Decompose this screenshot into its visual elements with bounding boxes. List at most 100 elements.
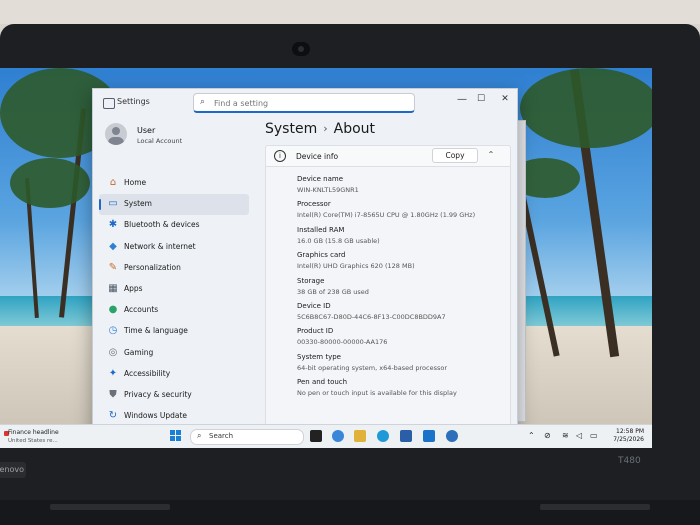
settings-taskbar-icon[interactable] — [446, 430, 458, 442]
device-info-title: Device info — [296, 152, 339, 161]
accounts-icon: ● — [108, 304, 118, 316]
device-info-header[interactable]: i Device info Copy ⌃ — [265, 145, 511, 167]
network-icon: ◆ — [109, 240, 117, 252]
spec-row: Pen and touch No pen or touch input is av… — [297, 378, 457, 397]
file-explorer-icon[interactable] — [354, 430, 366, 442]
spec-row: System type 64-bit operating system, x64-… — [297, 353, 447, 372]
spec-value: Intel(R) UHD Graphics 620 (128 MB) — [297, 262, 415, 271]
sidebar-item-apps[interactable]: ▦ Apps — [99, 279, 249, 300]
brush-icon: ✎ — [108, 261, 118, 273]
system-icon: ▭ — [108, 198, 118, 210]
chevron-up-icon[interactable]: ⌃ — [528, 431, 535, 440]
windows-logo-icon — [176, 436, 181, 441]
home-icon: ⌂ — [109, 177, 117, 188]
wallpaper-frond — [520, 68, 652, 148]
spec-value: WIN-KNLTL59GNR1 — [297, 186, 359, 194]
sidebar-item-time-language[interactable]: ◷ Time & language — [99, 321, 249, 342]
spec-label: Graphics card — [297, 251, 346, 260]
taskbar: Finance headline United States re... ⌕ S… — [0, 424, 652, 448]
sidebar-item-label: Bluetooth & devices — [124, 220, 200, 230]
windows-update-icon: ↻ — [108, 410, 118, 422]
user-account-type: Local Account — [137, 137, 183, 145]
copy-button[interactable]: Copy — [432, 148, 478, 163]
spec-row: Storage 38 GB of 238 GB used — [297, 277, 369, 296]
spec-row: Product ID 00330-80000-00000-AA176 — [297, 327, 387, 346]
edge-icon[interactable] — [377, 430, 389, 442]
battery-icon[interactable]: ▭ — [590, 431, 598, 440]
brand-logo: lenovo — [0, 462, 26, 478]
maximize-button[interactable]: ☐ — [474, 94, 488, 104]
clock-date: 7/25/2026 — [613, 436, 644, 443]
window-title: Settings — [117, 97, 150, 106]
spec-label: Device name — [297, 175, 344, 183]
spec-label: Pen and touch — [297, 378, 348, 387]
sidebar-item-label: Network & internet — [124, 241, 196, 251]
info-icon: i — [274, 150, 286, 162]
close-button[interactable]: ✕ — [498, 94, 512, 104]
store-icon[interactable] — [400, 430, 412, 442]
breadcrumb-parent[interactable]: System — [265, 121, 317, 137]
clock[interactable]: 12:58 PM 7/25/2026 — [604, 428, 644, 444]
sidebar-item-home[interactable]: ⌂ Home — [99, 173, 249, 194]
spec-value: 38 GB of 238 GB used — [297, 287, 369, 296]
news-headline: Finance headline — [8, 429, 59, 436]
bluetooth-icon: ✱ — [108, 219, 118, 231]
screen: Settings ⌕ — ☐ ✕ User Local Account ⌂ Hom… — [0, 68, 652, 448]
task-view-icon[interactable] — [310, 430, 322, 442]
gaming-icon: ◎ — [108, 346, 118, 358]
find-setting-search[interactable]: ⌕ — [193, 93, 415, 113]
minimize-button[interactable]: — — [455, 94, 469, 105]
spec-label: Product ID — [297, 327, 334, 336]
time-language-icon: ◷ — [108, 325, 118, 337]
sidebar-item-label: Privacy & security — [124, 389, 192, 399]
wifi-icon[interactable]: ≋ — [562, 431, 569, 440]
copilot-icon[interactable] — [332, 430, 344, 442]
windows-logo-icon — [176, 430, 181, 435]
network-status-icon[interactable]: ⊘ — [544, 431, 551, 440]
sidebar-item-accounts[interactable]: ● Accounts — [99, 300, 249, 321]
sidebar-nav: ⌂ Home ▭ System ✱ Bluetooth & devices ◆ Network… — [99, 173, 249, 427]
sidebar-item-gaming[interactable]: ◎ Gaming — [99, 343, 249, 364]
spec-label: System type — [297, 352, 341, 361]
sidebar-item-personalization[interactable]: ✎ Personalization — [99, 258, 249, 279]
volume-icon[interactable]: ◁ — [576, 431, 582, 440]
spec-row: Graphics card Intel(R) UHD Graphics 620 (… — [297, 251, 415, 270]
settings-window: Settings ⌕ — ☐ ✕ User Local Account ⌂ Hom… — [92, 88, 518, 440]
sidebar-item-label: Accessibility — [124, 368, 171, 378]
spec-value: 5C6B8C67-D80D-44C6-8F13-C00DC8BDD9A7 — [297, 313, 446, 321]
sidebar-item-system[interactable]: ▭ System — [99, 194, 249, 216]
sidebar-item-network-internet[interactable]: ◆ Network & internet — [99, 237, 249, 258]
sidebar-item-label: Home — [124, 178, 147, 187]
chevron-up-icon[interactable]: ⌃ — [485, 150, 497, 159]
title-bar[interactable]: Settings ⌕ — ☐ ✕ — [93, 89, 517, 117]
model-label: T480 — [618, 456, 641, 466]
spec-value: No pen or touch input is available for t… — [297, 389, 457, 398]
taskbar-search[interactable]: ⌕ Search — [190, 429, 304, 445]
sidebar-item-label: Accounts — [124, 305, 159, 315]
search-icon: ⌕ — [200, 97, 206, 107]
sidebar-item-bluetooth-devices[interactable]: ✱ Bluetooth & devices — [99, 215, 249, 236]
start-button[interactable] — [170, 430, 182, 442]
shield-icon: ⛊ — [109, 388, 117, 400]
sidebar-item-label: System — [124, 199, 152, 209]
spec-row: Installed RAM 16.0 GB (15.8 GB usable) — [297, 226, 380, 245]
apps-icon: ▦ — [108, 282, 118, 294]
spec-row: Device name WIN-KNLTL59GNR1 — [297, 175, 359, 194]
news-subtitle: United States re... — [8, 438, 58, 444]
sidebar-item-accessibility[interactable]: ✦ Accessibility — [99, 364, 249, 385]
sidebar-item-privacy-security[interactable]: ⛊ Privacy & security — [99, 385, 249, 406]
spec-label: Processor — [297, 200, 331, 209]
mail-icon[interactable] — [423, 430, 435, 442]
spec-value: 16.0 GB (15.8 GB usable) — [297, 236, 380, 245]
sidebar-item-label: Personalization — [124, 262, 181, 272]
spec-label: Storage — [297, 276, 325, 285]
breadcrumb: System › About — [265, 121, 375, 137]
webcam — [292, 42, 310, 56]
spec-label: Installed RAM — [297, 225, 345, 234]
hinge — [50, 504, 170, 510]
search-input[interactable] — [212, 95, 406, 111]
sidebar-item-label: Apps — [124, 283, 143, 293]
spec-value: 64-bit operating system, x64-based proce… — [297, 363, 447, 372]
clock-time: 12:58 PM — [616, 428, 644, 435]
main-content: System › About i Device info Copy ⌃ Device… — [265, 117, 511, 437]
